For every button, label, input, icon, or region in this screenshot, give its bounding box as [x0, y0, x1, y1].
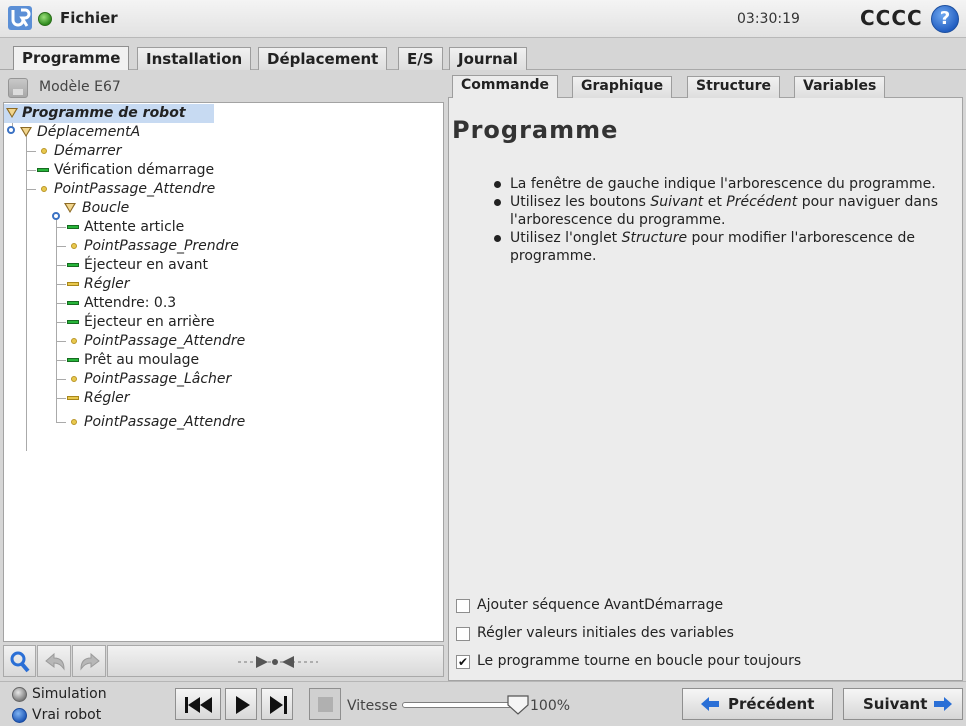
tree-node-regler-2[interactable]: Régler	[4, 389, 304, 408]
undo-icon	[45, 653, 65, 671]
help-bullets: La fenêtre de gauche indique l'arboresce…	[494, 175, 954, 265]
robot-status-icon[interactable]	[38, 12, 52, 26]
help-bullet: Utilisez l'onglet Structure pour modifie…	[494, 229, 954, 265]
redo-button[interactable]	[72, 645, 106, 677]
tab-journal[interactable]: Journal	[449, 47, 527, 70]
triangle-icon	[6, 108, 18, 118]
play-icon	[236, 696, 250, 714]
play-marker-button[interactable]	[107, 645, 444, 677]
waypoint-dot-icon	[71, 338, 77, 344]
tree-node-waypoint-attendre-3[interactable]: PointPassage_Attendre	[4, 413, 304, 432]
clock: 03:30:19	[737, 11, 800, 27]
tree-node-deplacementa[interactable]: DéplacementA	[4, 123, 304, 142]
green-bar-icon	[67, 225, 79, 229]
tree-node-attente-article[interactable]: Attente article	[4, 218, 304, 237]
tree-node-ejecteur-avant[interactable]: Éjecteur en avant	[4, 256, 304, 275]
skip-back-button[interactable]	[175, 688, 221, 720]
waypoint-dot-icon	[41, 148, 47, 154]
tree-node-verification[interactable]: Vérification démarrage	[4, 161, 304, 180]
tree-node-demarrer[interactable]: Démarrer	[4, 142, 304, 161]
robot-name: CCCC	[860, 6, 923, 30]
tree-node-waypoint-lacher[interactable]: PointPassage_Lâcher	[4, 370, 304, 389]
tree-node-waypoint-prendre[interactable]: PointPassage_Prendre	[4, 237, 304, 256]
checkbox-valeurs-initiales[interactable]: Régler valeurs initiales des variables	[456, 625, 922, 645]
checkbox-box[interactable]	[456, 599, 470, 613]
model-name: Modèle E67	[39, 79, 121, 95]
search-icon	[10, 651, 30, 673]
next-button[interactable]: Suivant	[843, 688, 963, 720]
program-tree[interactable]: Programme de robot DéplacementA Démarrer…	[3, 102, 444, 642]
model-bar: Modèle E67	[3, 75, 444, 99]
checkbox-boucle-toujours[interactable]: ✔ Le programme tourne en boucle pour tou…	[456, 653, 922, 673]
save-icon[interactable]	[8, 78, 28, 98]
help-icon[interactable]: ?	[931, 5, 959, 33]
subtab-graphique[interactable]: Graphique	[572, 76, 673, 98]
yellow-bar-icon	[67, 396, 79, 400]
green-bar-icon	[37, 168, 49, 172]
tree-node-ejecteur-arriere[interactable]: Éjecteur en arrière	[4, 313, 304, 332]
skip-back-icon	[185, 697, 212, 713]
tree-node-regler[interactable]: Régler	[4, 275, 304, 294]
file-menu[interactable]: Fichier	[60, 9, 118, 27]
tree-toolbar	[3, 645, 444, 678]
arrow-left-icon	[701, 697, 719, 711]
main-tab-bar: Programme Installation Déplacement E/S J…	[0, 38, 966, 70]
checkbox-box[interactable]	[456, 627, 470, 641]
tab-deplacement[interactable]: Déplacement	[258, 47, 388, 70]
yellow-bar-icon	[67, 282, 79, 286]
green-bar-icon	[67, 263, 79, 267]
page-title: Programme	[452, 116, 619, 144]
waypoint-dot-icon	[71, 243, 77, 249]
play-button[interactable]	[225, 688, 257, 720]
step-forward-button[interactable]	[261, 688, 293, 720]
tree-node-boucle[interactable]: Boucle	[4, 199, 304, 218]
undo-button[interactable]	[37, 645, 71, 677]
tree-node-attendre[interactable]: Attendre: 0.3	[4, 294, 304, 313]
ur-logo-icon	[8, 6, 32, 30]
checkbox-avant-demarrage[interactable]: Ajouter séquence AvantDémarrage	[456, 597, 922, 617]
tab-installation[interactable]: Installation	[137, 47, 252, 70]
green-bar-icon	[67, 358, 79, 362]
step-forward-icon	[270, 696, 287, 714]
play-marker-icon	[238, 656, 318, 668]
checkbox-box[interactable]: ✔	[456, 655, 470, 669]
green-bar-icon	[67, 301, 79, 305]
stop-button[interactable]	[309, 688, 341, 720]
redo-icon	[80, 653, 100, 671]
waypoint-dot-icon	[71, 419, 77, 425]
tab-programme[interactable]: Programme	[13, 46, 130, 70]
tree-node-waypoint-attendre-2[interactable]: PointPassage_Attendre	[4, 332, 304, 351]
help-bullet: Utilisez les boutons Suivant et Précéden…	[494, 193, 954, 229]
real-robot-radio-icon[interactable]	[12, 708, 27, 723]
waypoint-dot-icon	[71, 376, 77, 382]
tab-es[interactable]: E/S	[398, 47, 443, 70]
stop-icon	[318, 697, 333, 712]
speed-label: Vitesse	[347, 698, 398, 714]
tree-node-pret-moulage[interactable]: Prêt au moulage	[4, 351, 304, 370]
help-bullet: La fenêtre de gauche indique l'arboresce…	[494, 175, 954, 193]
triangle-icon	[20, 127, 32, 137]
previous-button[interactable]: Précédent	[682, 688, 833, 720]
simulation-radio-icon[interactable]	[12, 687, 27, 702]
title-bar: Fichier 03:30:19 CCCC ?	[0, 0, 966, 38]
triangle-icon	[64, 203, 76, 213]
speed-slider-thumb[interactable]	[507, 693, 529, 715]
subtab-variables[interactable]: Variables	[794, 76, 886, 98]
subtab-structure[interactable]: Structure	[687, 76, 781, 98]
subtab-commande[interactable]: Commande	[452, 75, 558, 98]
tree-node-root[interactable]: Programme de robot	[4, 104, 214, 123]
arrow-right-icon	[934, 697, 952, 711]
green-bar-icon	[67, 320, 79, 324]
tree-node-waypoint-attendre[interactable]: PointPassage_Attendre	[4, 180, 304, 199]
waypoint-dot-icon	[41, 186, 47, 192]
speed-value: 100%	[530, 698, 571, 714]
speed-slider[interactable]	[402, 702, 512, 708]
search-button[interactable]	[3, 645, 36, 677]
